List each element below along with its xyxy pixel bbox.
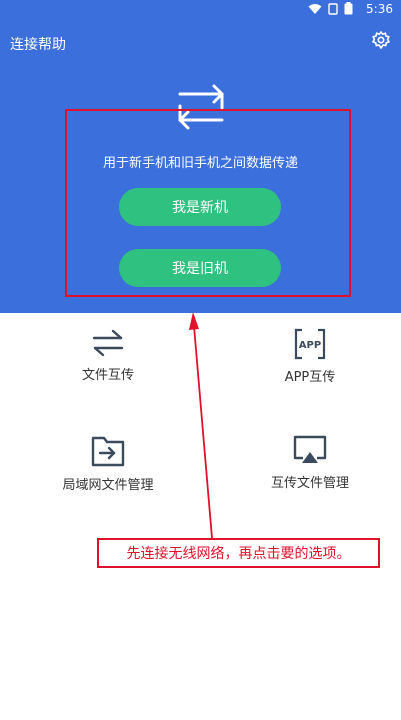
feature-label: 文件互传 bbox=[81, 368, 134, 383]
app-icon-text: APP bbox=[299, 340, 321, 351]
status-bar: 5:36 bbox=[0, 0, 401, 18]
feature-label: 互传文件管理 bbox=[270, 476, 349, 491]
wifi-icon bbox=[308, 3, 322, 14]
status-time: 5:36 bbox=[366, 2, 393, 16]
feature-label: 局域网文件管理 bbox=[62, 478, 154, 493]
annotation-note: 先连接无线网络，再点击要的选项。 bbox=[97, 538, 380, 568]
folder-arrow-icon bbox=[91, 436, 125, 467]
feature-lan-file-manager[interactable]: 局域网文件管理 bbox=[8, 434, 208, 493]
app-icon: APP bbox=[294, 328, 326, 360]
page-title: 连接帮助 bbox=[10, 37, 66, 53]
sim-icon bbox=[328, 2, 338, 15]
swap-arrows-icon bbox=[92, 329, 124, 357]
feature-file-transfer[interactable]: 文件互传 bbox=[8, 328, 208, 383]
gear-icon[interactable] bbox=[371, 30, 391, 50]
feature-transfer-file-manager[interactable]: 互传文件管理 bbox=[210, 434, 401, 491]
feature-label: APP互传 bbox=[284, 370, 336, 385]
annotation-highlight-box bbox=[65, 109, 351, 297]
feature-app-transfer[interactable]: APP APP互传 bbox=[210, 328, 401, 385]
status-icons bbox=[308, 2, 353, 15]
airplay-icon bbox=[293, 435, 327, 463]
battery-icon bbox=[344, 2, 353, 15]
